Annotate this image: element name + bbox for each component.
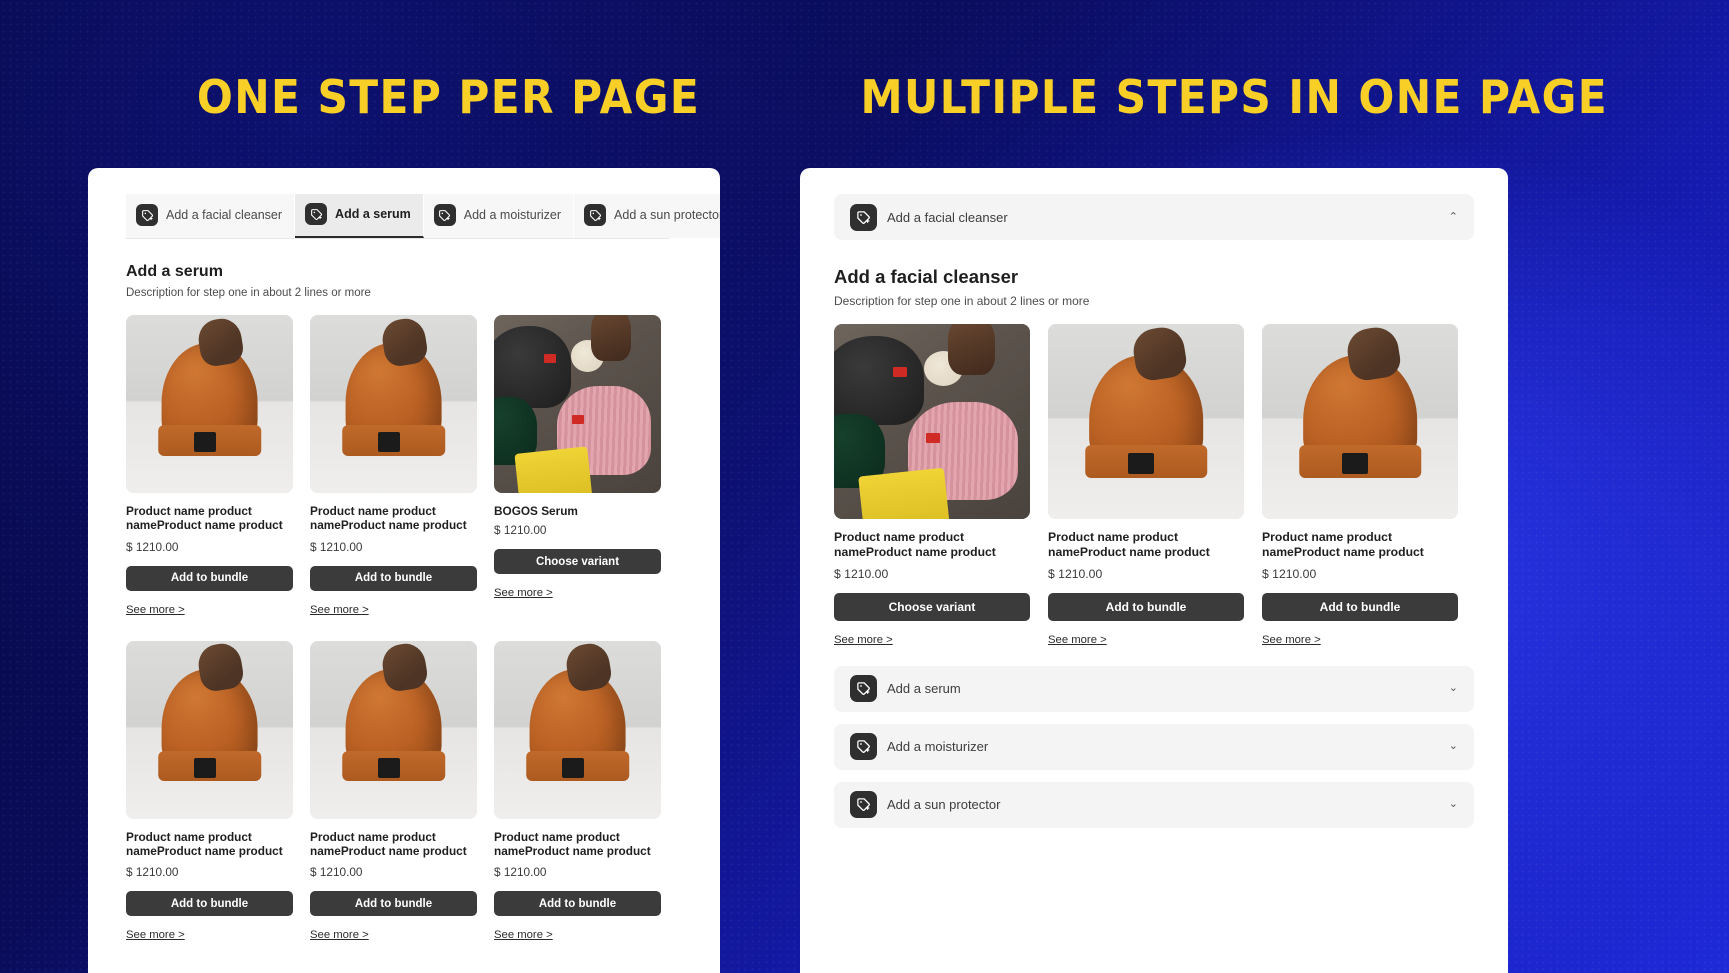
chevron-up-icon[interactable]: ⌃ (1449, 211, 1458, 223)
accordion-step-add-a-moisturizer[interactable]: Add a moisturizer ⌄ (834, 723, 1474, 770)
product-name: Product name product nameProduct name pr… (1048, 530, 1210, 562)
tag-plus-icon (584, 204, 607, 226)
see-more-link[interactable]: See more > (834, 634, 893, 646)
see-more-link[interactable]: See more > (126, 929, 185, 941)
page-title: Add a facial cleanser (834, 266, 1019, 287)
add-to-bundle-button[interactable]: Add to bundle (126, 891, 293, 917)
step-tabstrip: Add a facial cleanser Add a serum Add a … (126, 194, 720, 239)
product-price: $ 1210.00 (126, 539, 179, 554)
accordion-label: Add a sun protector (887, 797, 1001, 813)
product-card: Product name product nameProduct name pr… (126, 640, 293, 944)
tab-label: Add a sun protector (614, 208, 720, 222)
product-image[interactable] (310, 640, 477, 819)
tag-plus-icon (850, 203, 877, 231)
accordion-label: Add a serum (887, 681, 961, 697)
choose-variant-button[interactable]: Choose variant (494, 549, 661, 575)
see-more-link[interactable]: See more > (494, 929, 553, 941)
product-image[interactable] (310, 315, 477, 493)
product-price: $ 1210.00 (1262, 566, 1317, 581)
right-panel-multiple-steps-in-one-page: Add a facial cleanser ⌃ Add a facial cle… (800, 168, 1508, 973)
product-card: Product name product nameProduct name pr… (834, 324, 1030, 648)
tab-label: Add a serum (335, 207, 411, 221)
add-to-bundle-button[interactable]: Add to bundle (310, 891, 477, 917)
product-image[interactable] (494, 315, 661, 493)
product-price: $ 1210.00 (494, 865, 547, 880)
choose-variant-button[interactable]: Choose variant (834, 592, 1030, 621)
tag-plus-icon (850, 733, 877, 761)
product-name: Product name product nameProduct name pr… (310, 504, 467, 535)
chevron-down-icon[interactable]: ⌄ (1449, 741, 1458, 752)
product-price: $ 1210.00 (126, 865, 179, 880)
product-name: Product name product nameProduct name pr… (1262, 530, 1424, 562)
left-panel-one-step-per-page: Add a facial cleanser Add a serum Add a … (88, 168, 720, 973)
product-price: $ 1210.00 (310, 865, 363, 880)
product-card: Product name product nameProduct name pr… (310, 315, 477, 618)
chevron-down-icon[interactable]: ⌄ (1449, 683, 1458, 694)
add-to-bundle-button[interactable]: Add to bundle (1048, 592, 1244, 621)
product-card: Product name product nameProduct name pr… (494, 640, 661, 944)
product-card: Product name product nameProduct name pr… (310, 640, 477, 944)
tag-plus-icon (850, 791, 877, 819)
product-price: $ 1210.00 (1048, 566, 1103, 581)
product-name: Product name product nameProduct name pr… (126, 829, 283, 861)
see-more-link[interactable]: See more > (1048, 634, 1107, 646)
page-description: Description for step one in about 2 line… (126, 287, 371, 299)
tab-add-a-serum[interactable]: Add a serum (295, 194, 424, 238)
product-image[interactable] (126, 315, 293, 493)
chevron-down-icon[interactable]: ⌄ (1449, 799, 1458, 810)
add-to-bundle-button[interactable]: Add to bundle (494, 891, 661, 917)
accordion-step-add-a-sun-protector[interactable]: Add a sun protector ⌄ (834, 781, 1474, 828)
product-card: Product name product nameProduct name pr… (126, 315, 293, 618)
headline-one-step-per-page: ONE STEP PER PAGE (196, 70, 701, 124)
tag-plus-icon (433, 204, 456, 226)
accordion-step-add-a-facial-cleanser[interactable]: Add a facial cleanser ⌃ (834, 194, 1474, 240)
see-more-link[interactable]: See more > (310, 604, 369, 616)
page-title: Add a serum (126, 263, 223, 280)
add-to-bundle-button[interactable]: Add to bundle (1262, 592, 1458, 621)
product-name: Product name product nameProduct name pr… (310, 829, 467, 861)
see-more-link[interactable]: See more > (1262, 634, 1321, 646)
add-to-bundle-button[interactable]: Add to bundle (310, 565, 477, 591)
product-card: Product name product nameProduct name pr… (1048, 324, 1244, 648)
add-to-bundle-button[interactable]: Add to bundle (126, 565, 293, 591)
see-more-link[interactable]: See more > (126, 604, 185, 616)
see-more-link[interactable]: See more > (494, 587, 553, 599)
product-card: Product name product nameProduct name pr… (1262, 324, 1458, 648)
tag-plus-icon (136, 204, 158, 226)
product-grid-right: Product name product nameProduct name pr… (834, 324, 1508, 648)
tab-label: Add a facial cleanser (166, 208, 283, 222)
product-name: Product name product nameProduct name pr… (126, 504, 283, 535)
product-grid-left: Product name product nameProduct name pr… (126, 315, 720, 943)
see-more-link[interactable]: See more > (310, 929, 369, 941)
product-name: Product name product nameProduct name pr… (834, 530, 996, 562)
accordion-label: Add a moisturizer (887, 739, 989, 755)
tag-plus-icon (850, 675, 877, 703)
headline-multiple-steps-in-one-page: MULTIPLE STEPS IN ONE PAGE (860, 70, 1609, 124)
product-price: $ 1210.00 (310, 539, 363, 554)
product-image[interactable] (1048, 324, 1244, 519)
tab-add-a-facial-cleanser[interactable]: Add a facial cleanser (126, 194, 296, 238)
product-image[interactable] (1262, 324, 1458, 519)
product-price: $ 1210.00 (834, 566, 889, 581)
tab-add-a-moisturizer[interactable]: Add a moisturizer (423, 194, 575, 238)
tag-plus-icon (305, 203, 328, 225)
product-image[interactable] (494, 640, 661, 819)
product-card: BOGOS Serum $ 1210.00 Choose variant See… (494, 315, 661, 618)
product-name: Product name product nameProduct name pr… (494, 829, 651, 861)
accordion-label: Add a facial cleanser (887, 209, 1008, 225)
product-name: BOGOS Serum (494, 504, 578, 518)
tab-label: Add a moisturizer (463, 208, 562, 222)
product-price: $ 1210.00 (494, 523, 547, 538)
product-image[interactable] (126, 640, 293, 819)
page-description: Description for step one in about 2 line… (834, 294, 1090, 308)
tab-add-a-sun-protector[interactable]: Add a sun protector (574, 194, 720, 238)
product-image[interactable] (834, 324, 1030, 519)
accordion-step-add-a-serum[interactable]: Add a serum ⌄ (834, 665, 1474, 712)
